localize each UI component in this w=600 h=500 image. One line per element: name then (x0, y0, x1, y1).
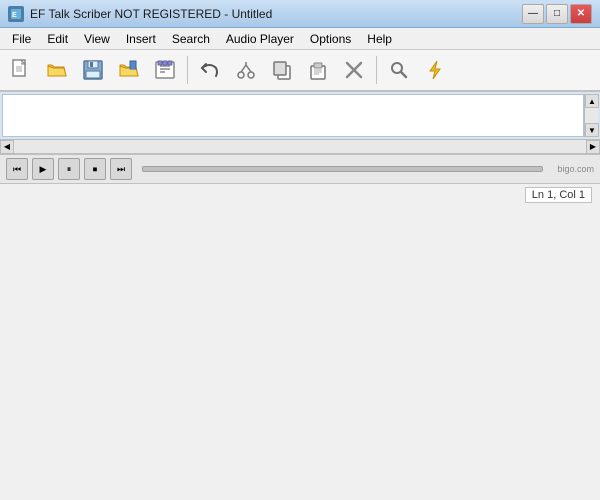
menu-item-help[interactable]: Help (359, 30, 400, 48)
menu-item-edit[interactable]: Edit (39, 30, 76, 48)
new-button[interactable] (4, 53, 38, 87)
properties-icon (153, 58, 177, 82)
play-button[interactable]: ▶ (32, 158, 54, 180)
watermark-text: bigo.com (557, 164, 594, 174)
status-position: Ln 1, Col 1 (525, 187, 592, 203)
scroll-track-h (14, 140, 586, 153)
scroll-thumb-v (585, 108, 598, 123)
menu-bar: FileEditViewInsertSearchAudio PlayerOpti… (0, 28, 600, 50)
open-icon (45, 58, 69, 82)
title-bar: E EF Talk Scriber NOT REGISTERED - Untit… (0, 0, 600, 28)
minimize-button[interactable]: — (522, 4, 544, 24)
scroll-left-arrow[interactable]: ◀ (0, 140, 14, 154)
stop-button[interactable]: ⏹ (84, 158, 106, 180)
scroll-right-arrow[interactable]: ▶ (586, 140, 600, 154)
save-icon (81, 58, 105, 82)
new-icon (9, 58, 33, 82)
vertical-scrollbar[interactable]: ▲ ▼ (584, 94, 598, 137)
horizontal-scrollbar[interactable]: ◀ ▶ (0, 139, 600, 153)
window-title: EF Talk Scriber NOT REGISTERED - Untitle… (30, 7, 272, 21)
scroll-down-arrow[interactable]: ▼ (585, 123, 599, 137)
editor-area[interactable] (2, 94, 584, 137)
text-editor[interactable] (7, 99, 579, 132)
delete-button[interactable] (337, 53, 371, 87)
find-icon (387, 58, 411, 82)
toolbar-separator-1 (187, 56, 188, 84)
properties-button[interactable] (148, 53, 182, 87)
scroll-up-arrow[interactable]: ▲ (585, 94, 599, 108)
maximize-button[interactable]: □ (546, 4, 568, 24)
menu-item-options[interactable]: Options (302, 30, 359, 48)
bookmark-icon (117, 58, 141, 82)
toolbar-separator-2 (376, 56, 377, 84)
cut-button[interactable] (229, 53, 263, 87)
copy-icon (270, 58, 294, 82)
cut-icon (234, 58, 258, 82)
undo-button[interactable] (193, 53, 227, 87)
paste-icon (306, 58, 330, 82)
delete-icon (342, 58, 366, 82)
bookmark-open-button[interactable] (112, 53, 146, 87)
menu-item-audio-player[interactable]: Audio Player (218, 30, 302, 48)
app-icon: E (8, 6, 24, 22)
editor-container: ▲ ▼ (0, 92, 600, 139)
audio-player-bar: ⏮ ▶ ⏸ ⏹ ⏭ bigo.com (0, 153, 600, 183)
skip-forward-button[interactable]: ⏭ (110, 158, 132, 180)
close-button[interactable]: ✕ (570, 4, 592, 24)
svg-text:E: E (12, 12, 17, 19)
undo-icon (198, 58, 222, 82)
copy-button[interactable] (265, 53, 299, 87)
audio-progress-bar[interactable] (142, 166, 543, 172)
menu-item-view[interactable]: View (76, 30, 118, 48)
save-button[interactable] (76, 53, 110, 87)
title-left: E EF Talk Scriber NOT REGISTERED - Untit… (8, 6, 272, 22)
menu-item-search[interactable]: Search (164, 30, 218, 48)
lightning-icon (423, 58, 447, 82)
lightning-button[interactable] (418, 53, 452, 87)
open-button[interactable] (40, 53, 74, 87)
pause-button[interactable]: ⏸ (58, 158, 80, 180)
menu-item-insert[interactable]: Insert (118, 30, 164, 48)
toolbar (0, 50, 600, 92)
menu-item-file[interactable]: File (4, 30, 39, 48)
skip-back-button[interactable]: ⏮ (6, 158, 28, 180)
window-controls: — □ ✕ (522, 4, 592, 24)
find-button[interactable] (382, 53, 416, 87)
status-bar: Ln 1, Col 1 (0, 183, 600, 205)
paste-button[interactable] (301, 53, 335, 87)
